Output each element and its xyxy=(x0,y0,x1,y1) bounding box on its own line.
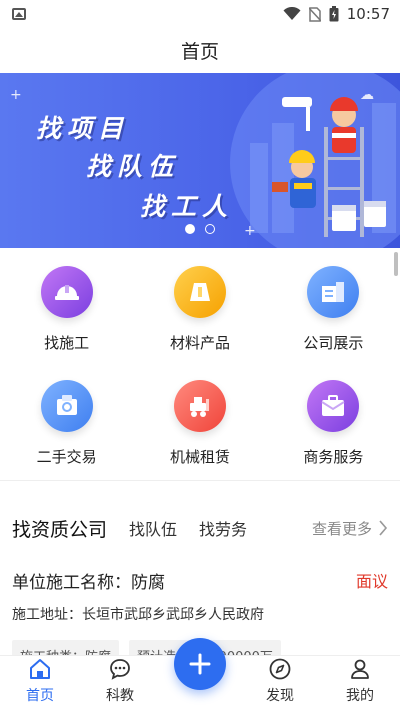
image-notification-icon xyxy=(12,8,26,20)
listing-price: 面议 xyxy=(355,572,388,591)
chevron-right-icon xyxy=(379,520,388,536)
listing-address: 施工地址：长垣市武邱乡武邱乡人民政府 xyxy=(12,607,264,623)
category-menu: 找施工 材料产品 公司展示 二手交易 机械租赁 商务服务 xyxy=(0,250,400,478)
plus-icon xyxy=(189,653,211,675)
battery-charging-icon xyxy=(329,6,339,22)
wifi-icon xyxy=(283,7,301,20)
menu-item-company[interactable]: 公司展示 xyxy=(267,250,400,364)
clock: 10:57 xyxy=(346,5,390,23)
menu-item-business[interactable]: 商务服务 xyxy=(267,364,400,478)
menu-item-materials[interactable]: 材料产品 xyxy=(133,250,266,364)
listing-title: 单位施工名称：防腐 xyxy=(12,572,165,593)
workers-illustration xyxy=(272,97,386,237)
menu-item-label: 公司展示 xyxy=(303,334,364,352)
banner-slogan: 找队伍 xyxy=(86,152,180,181)
nav-profile[interactable]: 我的 xyxy=(320,656,400,711)
tab-find-labor[interactable]: 找劳务 xyxy=(199,516,247,540)
business-icon xyxy=(307,380,360,432)
machinery-icon xyxy=(173,380,226,432)
menu-item-second-hand[interactable]: 二手交易 xyxy=(0,364,133,478)
home-icon xyxy=(30,659,50,679)
materials-icon xyxy=(173,266,226,318)
nav-education[interactable]: 科教 xyxy=(80,656,160,711)
scrollbar[interactable] xyxy=(394,252,398,276)
page-title: 首页 xyxy=(0,28,400,72)
nav-discover-label: 发现 xyxy=(266,688,294,704)
banner-slogan: 找项目 xyxy=(36,114,130,143)
banner-slogan: 找工人 xyxy=(140,192,234,221)
nav-home-label: 首页 xyxy=(26,688,54,704)
menu-item-label: 二手交易 xyxy=(36,448,97,466)
divider xyxy=(0,480,400,481)
banner-decoration: + xyxy=(10,87,22,103)
menu-item-label: 材料产品 xyxy=(169,334,230,352)
tab-qualified-company[interactable]: 找资质公司 xyxy=(12,515,107,542)
nav-profile-label: 我的 xyxy=(346,688,374,704)
menu-item-machinery[interactable]: 机械租赁 xyxy=(133,364,266,478)
carousel-dot[interactable] xyxy=(185,224,195,234)
hardhat-icon xyxy=(40,266,93,318)
menu-item-construction[interactable]: 找施工 xyxy=(0,250,133,364)
carousel-indicator xyxy=(0,224,400,234)
carousel-dot[interactable] xyxy=(205,224,215,234)
nav-publish xyxy=(160,638,240,711)
nav-discover[interactable]: 发现 xyxy=(240,656,320,711)
view-more-link[interactable]: 查看更多 xyxy=(312,518,388,539)
publish-button[interactable] xyxy=(174,638,226,690)
menu-item-label: 找施工 xyxy=(44,334,90,352)
status-bar: 10:57 xyxy=(0,0,400,28)
company-icon xyxy=(307,266,360,318)
trade-icon xyxy=(40,380,93,432)
nav-education-label: 科教 xyxy=(106,688,134,704)
bottom-navigation: 首页 科教 发现 我的 xyxy=(0,638,400,711)
category-tabs: 找资质公司 找队伍 找劳务 查看更多 xyxy=(0,506,400,550)
user-icon xyxy=(351,659,369,679)
chat-icon xyxy=(110,659,130,680)
menu-item-label: 机械租赁 xyxy=(169,448,230,466)
compass-icon xyxy=(269,658,291,680)
nav-home[interactable]: 首页 xyxy=(0,656,80,711)
menu-item-label: 商务服务 xyxy=(303,448,364,466)
no-sim-icon xyxy=(308,6,321,22)
view-more-label: 查看更多 xyxy=(311,519,372,538)
tab-find-team[interactable]: 找队伍 xyxy=(129,516,177,540)
promo-banner[interactable]: + + ☁ 找项目 找队伍 找工人 xyxy=(0,73,400,248)
